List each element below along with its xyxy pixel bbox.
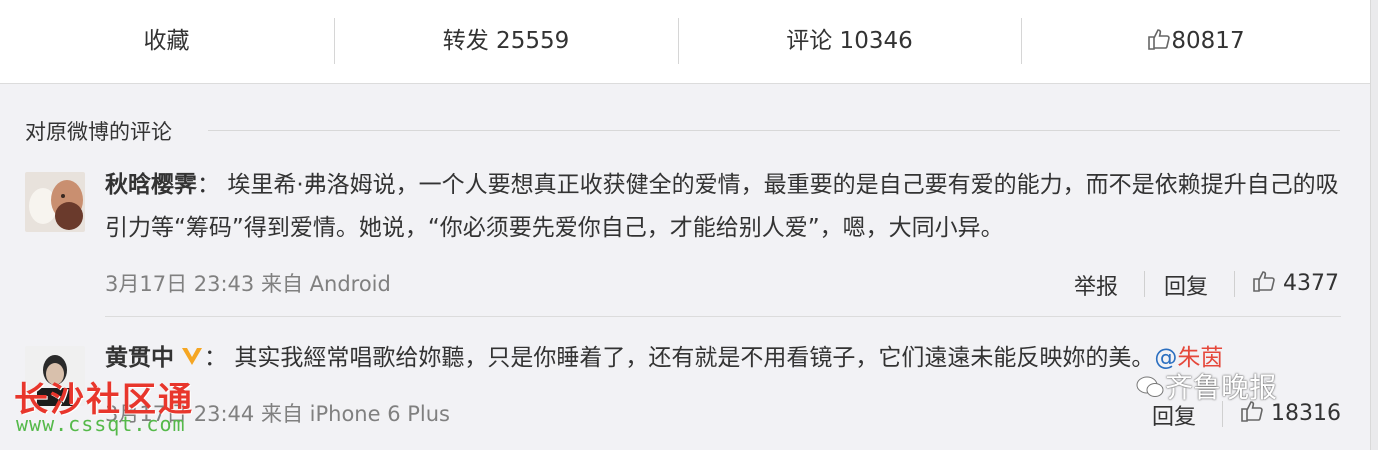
watermark-newspaper-name: 齐鲁晚报 [1165,371,1278,404]
report-button[interactable]: 举报 [1074,269,1118,301]
avatar-image [25,172,85,232]
comment-meta: 3月17日 23:43 来自 Android [105,268,391,298]
divider [1144,271,1145,297]
repost-button[interactable]: 转发 25559 [335,0,677,83]
favorite-button[interactable]: 收藏 [0,0,333,83]
divider [208,130,1340,131]
username[interactable]: 黄贯中 [105,345,174,371]
section-title: 对原微博的评论 [25,120,172,144]
divider [1234,271,1235,297]
avatar[interactable] [25,172,85,232]
thumbs-up-icon [1148,29,1171,50]
separator: ： [197,172,220,198]
action-bar: 收藏 转发 25559 评论 10346 80817 [0,0,1370,84]
username[interactable]: 秋晗樱霁 [105,172,197,198]
wechat-icon [1136,376,1164,397]
comment-like-button[interactable]: 4377 [1252,269,1339,296]
watermark-newspaper: 齐鲁晚报 [1135,366,1277,406]
source-link[interactable]: Android [310,272,391,296]
comment-button[interactable]: 评论 10346 [679,0,1020,83]
timestamp: 3月17日 23:43 [105,272,255,296]
verified-icon [182,348,202,365]
comment-like-count: 18316 [1271,401,1341,426]
like-count: 80817 [1171,28,1245,54]
from-label: 来自 [260,402,303,426]
separator: ： [204,345,227,371]
divider [105,316,1341,317]
comment-label: 评论 10346 [786,28,913,54]
comment-body: 秋晗樱霁： 埃里希·弗洛姆说，一个人要想真正收获健全的爱情，最重要的是自己要有爱… [105,164,1341,250]
comment-text: 其实我經常唱歌给妳聽，只是你睡着了，还有就是不用看镜子，它们遠遠未能反映妳的美。 [234,345,1155,371]
watermark-url: www.cssqt.com [16,412,186,436]
comment-like-count: 4377 [1283,271,1339,296]
like-button[interactable]: 80817 [1022,0,1370,83]
favorite-label: 收藏 [143,28,190,54]
thumbs-up-icon [1253,271,1275,292]
comment-text: 埃里希·弗洛姆说，一个人要想真正收获健全的爱情，最重要的是自己要有爱的能力，而不… [105,172,1339,241]
source-link[interactable]: iPhone 6 Plus [310,402,450,426]
repost-label: 转发 25559 [442,28,570,54]
from-label: 来自 [260,272,303,296]
reply-button[interactable]: 回复 [1164,269,1208,301]
